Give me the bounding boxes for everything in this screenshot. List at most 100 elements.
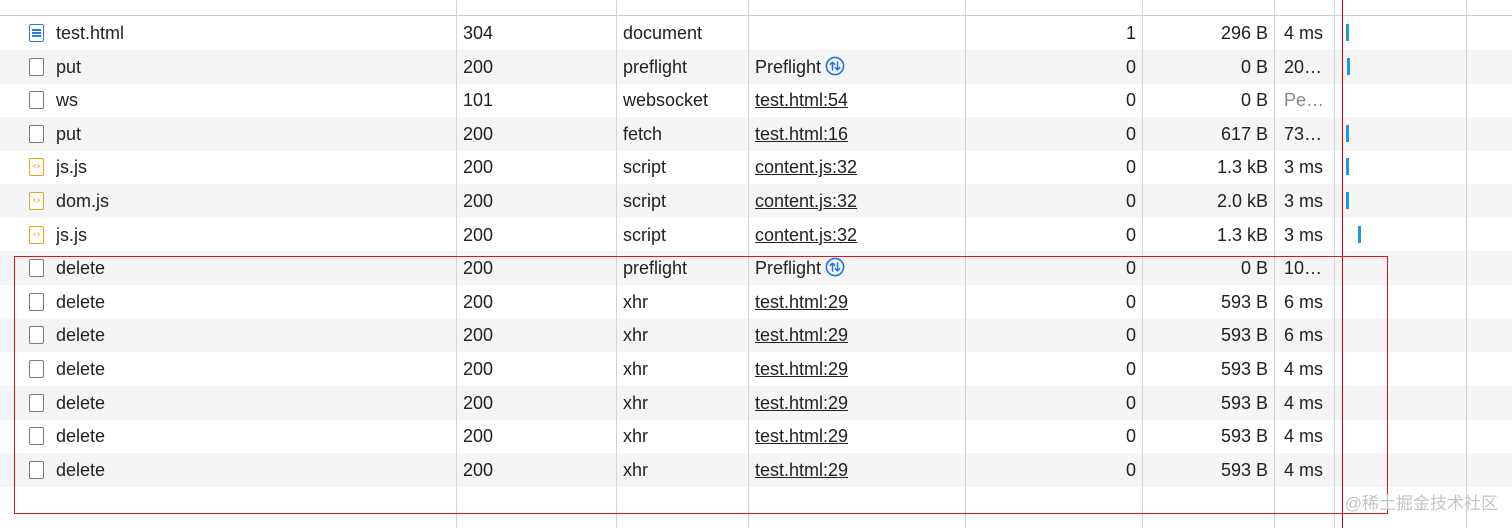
request-name: delete	[56, 325, 106, 346]
column-divider	[456, 0, 457, 528]
file-icon	[29, 292, 44, 311]
preflight-arrows-icon[interactable]	[825, 257, 845, 277]
table-row[interactable]: put 200 preflight Preflight 0 0 B 20…	[0, 49, 1512, 84]
request-initiator[interactable]: test.html:29	[755, 453, 961, 487]
request-name: put	[56, 123, 82, 144]
initiator-link[interactable]: test.html:29	[755, 393, 848, 413]
request-time: 4 ms	[1284, 359, 1324, 379]
initiator-link[interactable]: test.html:54	[755, 90, 848, 110]
initiator-link[interactable]: test.html:29	[755, 359, 848, 379]
preflight-arrows-icon[interactable]	[825, 56, 845, 76]
request-time: 10…	[1284, 258, 1323, 279]
initiator-link[interactable]: test.html:29	[755, 325, 848, 345]
initiator-link[interactable]: test.html:29	[755, 426, 848, 446]
request-time: 3 ms	[1284, 157, 1324, 178]
table-row[interactable]: delete 200 xhr test.html:29 0 593 B 4 ms	[0, 352, 1512, 386]
request-initiator[interactable]: test.html:54	[755, 83, 961, 117]
request-type: xhr	[623, 426, 649, 447]
table-row[interactable]: ws 101 websocket test.html:54 0 0 B Pe…	[0, 83, 1512, 117]
table-row[interactable]: delete 200 xhr test.html:29 0 593 B 4 ms	[0, 452, 1512, 487]
request-type: websocket	[623, 90, 709, 111]
waterfall-bar	[1346, 124, 1349, 142]
table-row[interactable]: dom.js 200 script content.js:32 0 2.0 kB 3 ms	[0, 184, 1512, 218]
initiator-link[interactable]: test.html:29	[755, 292, 848, 312]
table-row[interactable]: delete 200 xhr test.html:29 0 593 B 6 ms	[0, 285, 1512, 319]
request-cookies: 0	[1125, 392, 1136, 413]
request-status: 200	[463, 459, 494, 480]
request-size: 593 B	[1220, 291, 1268, 312]
request-status: 200	[463, 258, 494, 279]
table-row[interactable]: delete 200 xhr test.html:29 0 593 B 4 ms	[0, 385, 1512, 420]
request-status: 200	[463, 325, 494, 346]
request-initiator[interactable]: content.js:32	[755, 184, 961, 218]
request-size: 617 B	[1220, 123, 1268, 144]
script-icon	[29, 192, 44, 210]
request-initiator[interactable]: content.js:32	[755, 218, 961, 252]
request-name: js.js	[56, 224, 87, 245]
watermark: @稀土掘金技术社区	[1344, 494, 1498, 513]
request-initiator[interactable]: test.html:29	[755, 318, 961, 352]
table-row[interactable]: js.js 200 script content.js:32 0 1.3 kB 3 ms	[0, 218, 1512, 252]
table-row[interactable]: js.js 200 script content.js:32 0 1.3 kB 3 ms	[0, 150, 1512, 184]
request-cookies: 1	[1125, 23, 1136, 43]
table-row[interactable]: delete 200 xhr test.html:29 0 593 B 4 ms	[0, 419, 1512, 453]
request-initiator[interactable]: content.js:32	[755, 150, 961, 184]
request-type: script	[623, 224, 667, 245]
request-size: 593 B	[1220, 392, 1268, 413]
request-name: delete	[56, 392, 106, 413]
request-time: 4 ms	[1284, 23, 1324, 43]
request-initiator[interactable]: test.html:29	[755, 419, 961, 453]
request-initiator[interactable]: test.html:29	[755, 386, 961, 420]
request-time: 73…	[1284, 123, 1323, 144]
table-row[interactable]: delete 200 xhr test.html:29 0 593 B 6 ms	[0, 318, 1512, 353]
request-type: script	[623, 157, 667, 178]
file-icon	[29, 427, 44, 446]
request-type: preflight	[623, 258, 688, 279]
initiator-link[interactable]: test.html:29	[755, 460, 848, 480]
request-size: 296 B	[1220, 23, 1268, 43]
request-size: 2.0 kB	[1216, 191, 1268, 211]
network-request-table: test.html 304 document 1 296 B 4 ms put 200 pref…	[0, 0, 1512, 528]
request-status: 200	[463, 426, 494, 447]
request-name: put	[56, 56, 82, 77]
script-icon	[29, 225, 44, 244]
initiator-link[interactable]: test.html:16	[755, 124, 848, 144]
file-icon	[29, 57, 44, 76]
request-size: 593 B	[1220, 459, 1268, 480]
request-name: delete	[56, 258, 106, 279]
file-icon	[29, 460, 44, 479]
request-cookies: 0	[1125, 123, 1136, 144]
table-row[interactable]: delete 200 preflight Preflight 0 0 B 10…	[0, 251, 1512, 286]
request-name: delete	[56, 459, 106, 480]
request-size: 1.3 kB	[1216, 157, 1268, 178]
request-initiator[interactable]: test.html:16	[755, 117, 961, 151]
request-type: xhr	[623, 359, 649, 379]
request-status: 200	[463, 359, 494, 379]
table-row[interactable]: put 200 fetch test.html:16 0 617 B 73…	[0, 116, 1512, 151]
request-size: 593 B	[1220, 325, 1268, 346]
request-initiator[interactable]: test.html:29	[755, 352, 961, 386]
column-divider	[1274, 0, 1275, 528]
request-name: dom.js	[56, 191, 110, 211]
request-size: 0 B	[1240, 56, 1268, 77]
initiator-link[interactable]: content.js:32	[755, 225, 857, 245]
request-cookies: 0	[1125, 90, 1136, 111]
waterfall-load-line	[1342, 0, 1343, 528]
file-icon	[29, 393, 44, 412]
request-type: document	[623, 23, 703, 43]
table-row[interactable]: test.html 304 document 1 296 B 4 ms	[0, 16, 1512, 50]
request-time: 4 ms	[1284, 392, 1324, 413]
file-icon	[29, 360, 44, 378]
waterfall-bar	[1346, 24, 1349, 41]
column-divider	[965, 0, 966, 528]
request-cookies: 0	[1125, 258, 1136, 279]
waterfall-bar	[1346, 158, 1349, 176]
initiator-link[interactable]: content.js:32	[755, 191, 857, 211]
request-status: 200	[463, 392, 494, 413]
request-cookies: 0	[1125, 224, 1136, 245]
request-status: 200	[463, 56, 494, 77]
initiator-link[interactable]: content.js:32	[755, 157, 857, 177]
waterfall-bar	[1358, 225, 1361, 243]
initiator-label: Preflight	[755, 56, 822, 77]
request-initiator[interactable]: test.html:29	[755, 285, 961, 319]
